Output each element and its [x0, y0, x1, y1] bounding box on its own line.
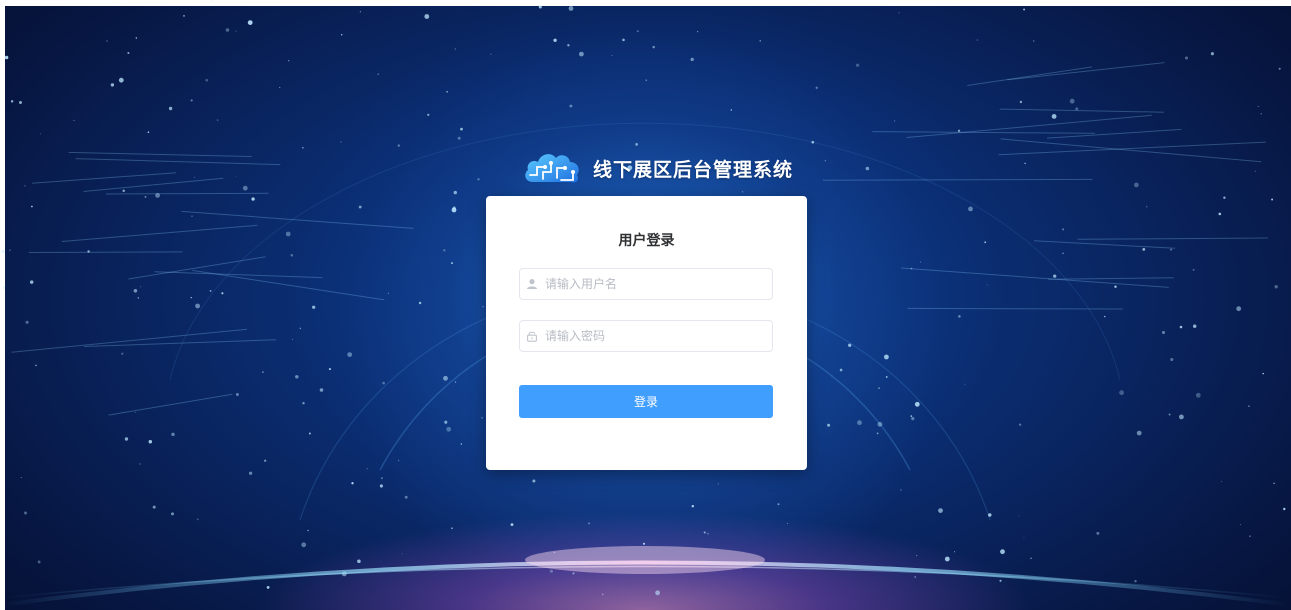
login-page: 线下展区后台管理系统 用户登录 登录 — [0, 0, 1291, 610]
username-input[interactable] — [545, 269, 767, 299]
login-title: 用户登录 — [618, 233, 675, 249]
app-title: 线下展区后台管理系统 — [593, 158, 794, 181]
username-field[interactable] — [519, 268, 773, 300]
login-button[interactable]: 登录 — [519, 385, 773, 418]
lock-icon — [527, 331, 537, 342]
login-card: 用户登录 登录 — [486, 196, 807, 470]
user-icon — [527, 279, 537, 289]
password-input[interactable] — [545, 321, 767, 351]
cloud-circuit-icon — [525, 154, 579, 183]
password-field[interactable] — [519, 320, 773, 352]
brand-header: 线下展区后台管理系统 — [521, 148, 793, 188]
